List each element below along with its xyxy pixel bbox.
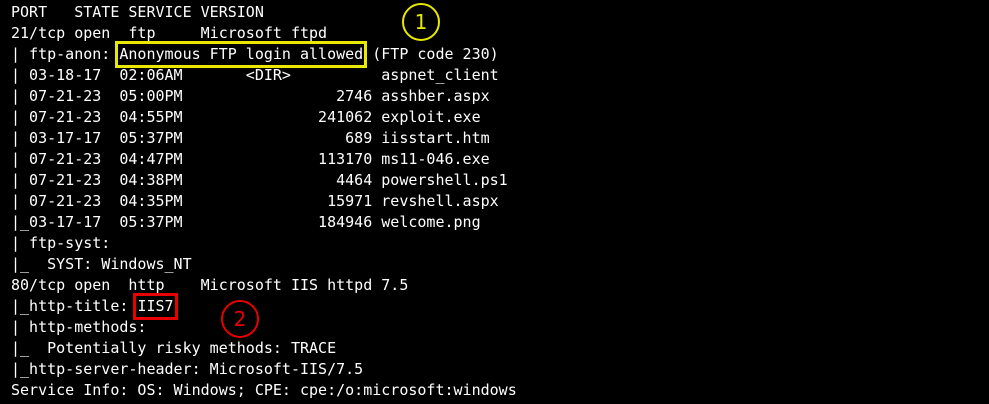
terminal-line-syst: |_ SYST: Windows_NT <box>11 255 192 273</box>
ftp-listing-powershell: | 07-21-23 04:38PM 4464 powershell.ps1 <box>11 171 508 189</box>
ftp-listing-asshber: | 07-21-23 05:00PM 2746 asshber.aspx <box>11 87 490 105</box>
terminal-line-service-info: Service Info: OS: Windows; CPE: cpe:/o:m… <box>11 381 517 399</box>
http-title-prefix: |_http-title: <box>11 297 138 315</box>
annotation-marker-1: 1 <box>402 3 440 41</box>
ftp-anon-suffix: (FTP code 230) <box>363 45 499 63</box>
terminal-line-http-port: 80/tcp open http Microsoft IIS httpd 7.5 <box>11 276 409 294</box>
ftp-listing-iisstart: | 03-17-17 05:37PM 689 iisstart.htm <box>11 129 490 147</box>
ftp-listing-revshell: | 07-21-23 04:35PM 15971 revshell.aspx <box>11 192 499 210</box>
terminal-output: PORT STATE SERVICE VERSION 21/tcp open f… <box>0 0 989 404</box>
ftp-listing-welcome: |_03-17-17 05:37PM 184946 welcome.png <box>11 213 481 231</box>
terminal-line-http-methods: | http-methods: <box>11 318 147 336</box>
ftp-listing-exploit: | 07-21-23 04:55PM 241062 exploit.exe <box>11 108 481 126</box>
anonymous-login-highlight: Anonymous FTP login allowed <box>115 41 368 68</box>
terminal-line-ftp-syst: | ftp-syst: <box>11 234 111 252</box>
annotation-marker-2: 2 <box>221 300 259 338</box>
terminal-line-ftp-port: 21/tcp open ftp Microsoft ftpd <box>11 24 328 42</box>
terminal-line-ftp-anon: | ftp-anon: Anonymous FTP login allowed … <box>11 41 499 68</box>
terminal-line-risky-methods: |_ Potentially risky methods: TRACE <box>11 339 337 357</box>
ftp-listing-ms11-046: | 07-21-23 04:47PM 113170 ms11-046.exe <box>11 150 490 168</box>
terminal-line-server-header: |_http-server-header: Microsoft-IIS/7.5 <box>11 360 364 378</box>
ftp-anon-prefix: | ftp-anon: <box>11 45 120 63</box>
ftp-listing-aspnet-client: | 03-18-17 02:06AM <DIR> aspnet_client <box>11 66 499 84</box>
terminal-line-http-title: |_http-title: IIS7 <box>11 293 178 320</box>
terminal-line-header: PORT STATE SERVICE VERSION <box>11 3 264 21</box>
iis7-highlight: IIS7 <box>133 293 178 320</box>
